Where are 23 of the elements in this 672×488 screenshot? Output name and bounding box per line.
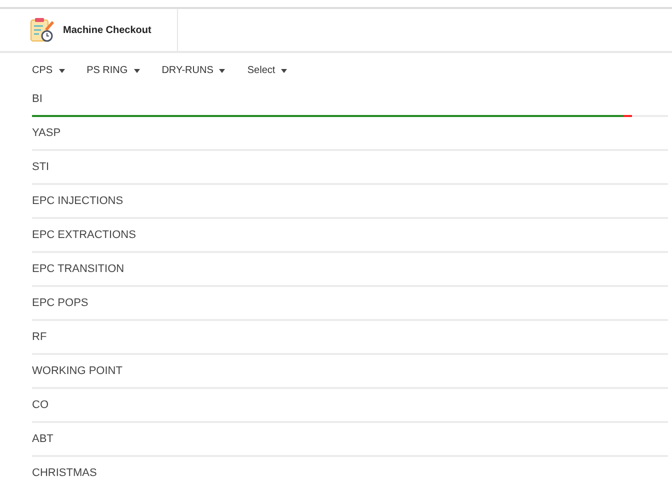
section-link[interactable]: EPC POPS <box>32 297 88 310</box>
section-link[interactable]: CO <box>32 399 48 412</box>
section-link[interactable]: CHRISTMAS <box>32 467 97 480</box>
menu-dropdown[interactable]: Select <box>247 61 288 79</box>
section-link[interactable]: ABT <box>32 433 54 446</box>
menu-dropdown[interactable]: PS RING <box>86 61 140 79</box>
app-title: Machine Checkout <box>63 24 152 38</box>
section-link[interactable]: EPC TRANSITION <box>32 263 124 276</box>
section-link[interactable]: STI <box>32 161 50 174</box>
section-link[interactable]: BI <box>32 93 42 106</box>
section-link[interactable]: EPC EXTRACTIONS <box>32 229 136 242</box>
caret-icon <box>281 68 288 73</box>
section-link[interactable]: WORKING POINT <box>32 365 122 378</box>
section-link[interactable]: YASP <box>32 127 61 140</box>
section-link[interactable]: RF <box>32 331 47 344</box>
caret-icon <box>134 68 140 73</box>
progress-end-marker <box>623 115 632 117</box>
section-link[interactable]: EPC INJECTIONS <box>32 195 124 208</box>
caret-icon <box>219 68 226 73</box>
caret-icon <box>58 68 65 73</box>
checklist-clock-icon <box>29 17 55 43</box>
menu-dropdown[interactable]: CPS <box>32 61 65 79</box>
menu-dropdown[interactable]: DRY-RUNS <box>162 61 226 79</box>
